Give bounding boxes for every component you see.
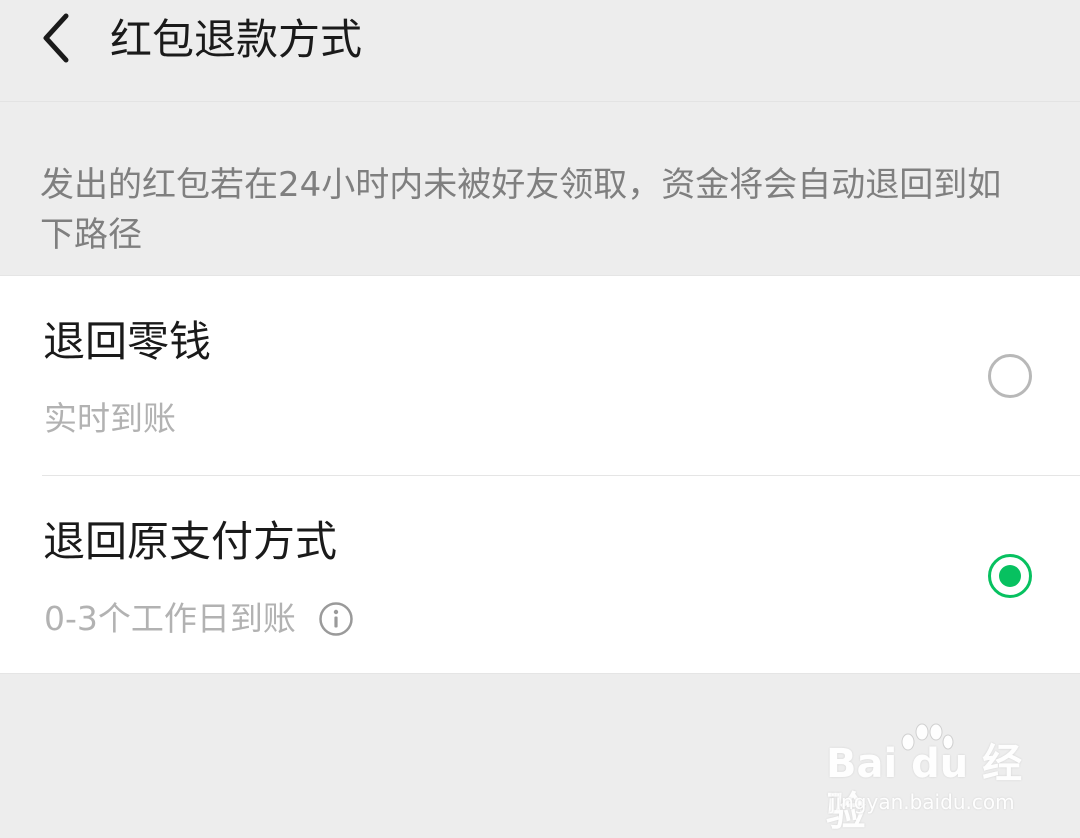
radio-return-to-balance[interactable] <box>988 354 1032 398</box>
watermark-logo: Bai du 经验 <box>826 741 1023 835</box>
refund-description: 发出的红包若在24小时内未被好友领取，资金将会自动退回到如下路径 <box>40 165 1002 255</box>
nav-bar: 红包退款方式 <box>0 0 1080 102</box>
option-return-to-balance[interactable]: 退回零钱 实时到账 <box>0 276 1080 476</box>
option-title: 退回原支付方式 <box>43 517 338 566</box>
chevron-left-icon <box>43 13 69 63</box>
option-subtitle: 实时到账 <box>44 396 176 442</box>
option-subtitle-text: 0-3个工作日到账 <box>44 599 296 638</box>
radio-selected-dot <box>999 565 1021 587</box>
radio-return-to-original-payment[interactable] <box>988 554 1032 598</box>
info-icon[interactable] <box>318 601 354 637</box>
page-title: 红包退款方式 <box>110 15 363 64</box>
option-return-to-original-payment[interactable]: 退回原支付方式 0-3个工作日到账 <box>0 476 1080 675</box>
back-button[interactable] <box>28 10 84 66</box>
refund-options-list: 退回零钱 实时到账 退回原支付方式 0-3个工作日到账 <box>0 275 1080 674</box>
option-subtitle-text: 实时到账 <box>44 399 176 438</box>
option-subtitle: 0-3个工作日到账 <box>44 596 354 642</box>
refund-method-page: 红包退款方式 发出的红包若在24小时内未被好友领取，资金将会自动退回到如下路径 … <box>0 0 1080 838</box>
watermark-url: jingyan.baidu.com <box>830 790 1015 814</box>
baidu-jingyan-watermark: Bai du 经验 jingyan.baidu.com <box>826 722 1026 835</box>
option-title: 退回零钱 <box>43 317 212 366</box>
